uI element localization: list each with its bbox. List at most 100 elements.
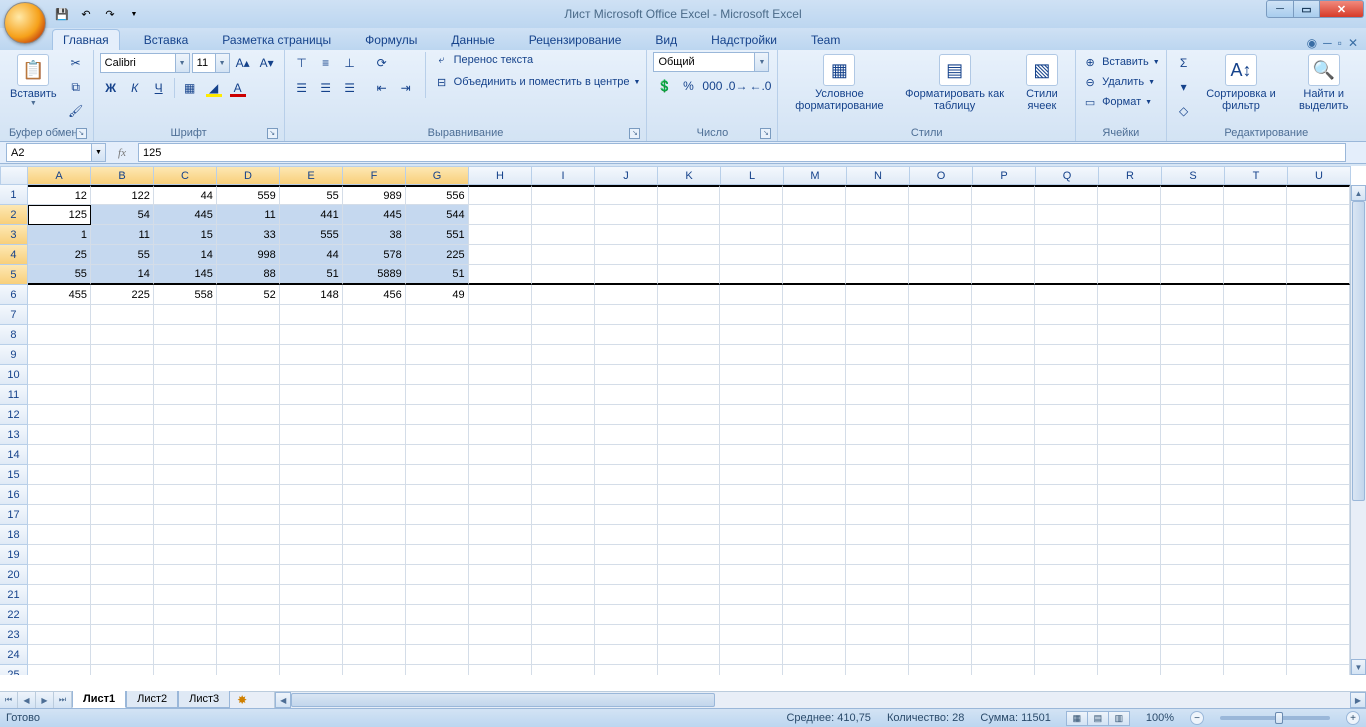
chevron-down-icon[interactable]: ▼ <box>175 54 189 72</box>
cell[interactable] <box>909 425 972 445</box>
cell[interactable] <box>1098 245 1161 265</box>
cell[interactable] <box>217 365 280 385</box>
cell[interactable]: 14 <box>91 265 154 285</box>
cell[interactable] <box>532 445 595 465</box>
cell[interactable] <box>217 445 280 465</box>
cell[interactable] <box>909 485 972 505</box>
cell[interactable] <box>154 565 217 585</box>
hscroll-thumb[interactable] <box>291 693 715 707</box>
minimize-ribbon-icon[interactable]: ─ <box>1323 36 1332 50</box>
column-header[interactable]: T <box>1225 166 1288 185</box>
cell[interactable] <box>217 525 280 545</box>
close-workbook-icon[interactable]: ✕ <box>1348 36 1358 50</box>
cell[interactable] <box>91 565 154 585</box>
cell[interactable] <box>909 665 972 675</box>
cell[interactable] <box>469 665 532 675</box>
row-header[interactable]: 22 <box>0 605 28 625</box>
cell[interactable] <box>1098 305 1161 325</box>
cell[interactable] <box>154 505 217 525</box>
cell[interactable] <box>91 405 154 425</box>
cell[interactable] <box>1224 385 1287 405</box>
cell[interactable] <box>595 425 658 445</box>
cell[interactable] <box>720 385 783 405</box>
tab-formulas[interactable]: Формулы <box>355 30 427 50</box>
cell[interactable] <box>1098 485 1161 505</box>
cell[interactable] <box>28 645 91 665</box>
cell[interactable] <box>909 385 972 405</box>
cell[interactable] <box>1224 205 1287 225</box>
cell[interactable] <box>658 365 721 385</box>
cell[interactable] <box>846 325 909 345</box>
cell[interactable] <box>28 545 91 565</box>
row-header[interactable]: 21 <box>0 585 28 605</box>
cell[interactable] <box>154 645 217 665</box>
cell[interactable] <box>1098 645 1161 665</box>
cell[interactable]: 15 <box>154 225 217 245</box>
cell[interactable] <box>469 645 532 665</box>
cell[interactable] <box>1098 605 1161 625</box>
column-header[interactable]: M <box>784 166 847 185</box>
cell[interactable] <box>972 445 1035 465</box>
cell[interactable] <box>469 485 532 505</box>
cell[interactable] <box>1287 325 1350 345</box>
column-header[interactable]: K <box>658 166 721 185</box>
cell[interactable] <box>909 285 972 305</box>
cell[interactable] <box>846 285 909 305</box>
cell[interactable] <box>154 665 217 675</box>
cell[interactable] <box>154 485 217 505</box>
chevron-down-icon[interactable]: ▼ <box>91 144 105 161</box>
cell[interactable] <box>1287 645 1350 665</box>
cell[interactable] <box>972 645 1035 665</box>
cell[interactable] <box>406 585 469 605</box>
vertical-scrollbar[interactable]: ▲ ▼ <box>1350 185 1366 675</box>
cell[interactable] <box>1035 365 1098 385</box>
bold-button[interactable]: Ж <box>100 77 122 99</box>
cell[interactable] <box>1161 425 1224 445</box>
cell[interactable] <box>1161 265 1224 285</box>
cell[interactable] <box>595 465 658 485</box>
cell[interactable] <box>532 425 595 445</box>
horizontal-scrollbar[interactable]: ◀ ▶ <box>274 692 1366 708</box>
row-header[interactable]: 7 <box>0 305 28 325</box>
cell[interactable] <box>343 385 406 405</box>
cell[interactable] <box>1287 265 1350 285</box>
cell[interactable]: 445 <box>343 205 406 225</box>
cell[interactable] <box>1035 325 1098 345</box>
cell[interactable] <box>1224 265 1287 285</box>
cell[interactable] <box>595 285 658 305</box>
cell[interactable] <box>217 385 280 405</box>
cell[interactable] <box>658 625 721 645</box>
row-header[interactable]: 14 <box>0 445 28 465</box>
cell[interactable] <box>217 305 280 325</box>
cell[interactable] <box>1035 225 1098 245</box>
column-header[interactable]: A <box>28 166 91 185</box>
cell[interactable] <box>595 185 658 205</box>
cell[interactable] <box>1035 405 1098 425</box>
cell[interactable] <box>1287 385 1350 405</box>
cell[interactable] <box>28 585 91 605</box>
row-header[interactable]: 8 <box>0 325 28 345</box>
cell[interactable] <box>783 185 846 205</box>
cell[interactable] <box>28 625 91 645</box>
cell[interactable] <box>532 625 595 645</box>
cell[interactable] <box>595 625 658 645</box>
cell[interactable] <box>846 585 909 605</box>
row-header[interactable]: 1 <box>0 185 28 205</box>
cell[interactable] <box>972 605 1035 625</box>
cell[interactable] <box>1035 185 1098 205</box>
cell[interactable] <box>532 205 595 225</box>
grow-font-icon[interactable]: A▴ <box>232 52 254 74</box>
cell[interactable] <box>343 585 406 605</box>
cell[interactable] <box>595 445 658 465</box>
cell[interactable] <box>846 485 909 505</box>
cell[interactable] <box>280 665 343 675</box>
cell[interactable] <box>532 385 595 405</box>
cell[interactable] <box>280 385 343 405</box>
cell[interactable] <box>469 525 532 545</box>
redo-icon[interactable]: ↷ <box>100 4 120 24</box>
font-family-combo[interactable]: Calibri▼ <box>100 53 190 73</box>
cell[interactable] <box>1224 565 1287 585</box>
cell[interactable] <box>783 285 846 305</box>
cell[interactable] <box>343 345 406 365</box>
cell[interactable] <box>1035 345 1098 365</box>
